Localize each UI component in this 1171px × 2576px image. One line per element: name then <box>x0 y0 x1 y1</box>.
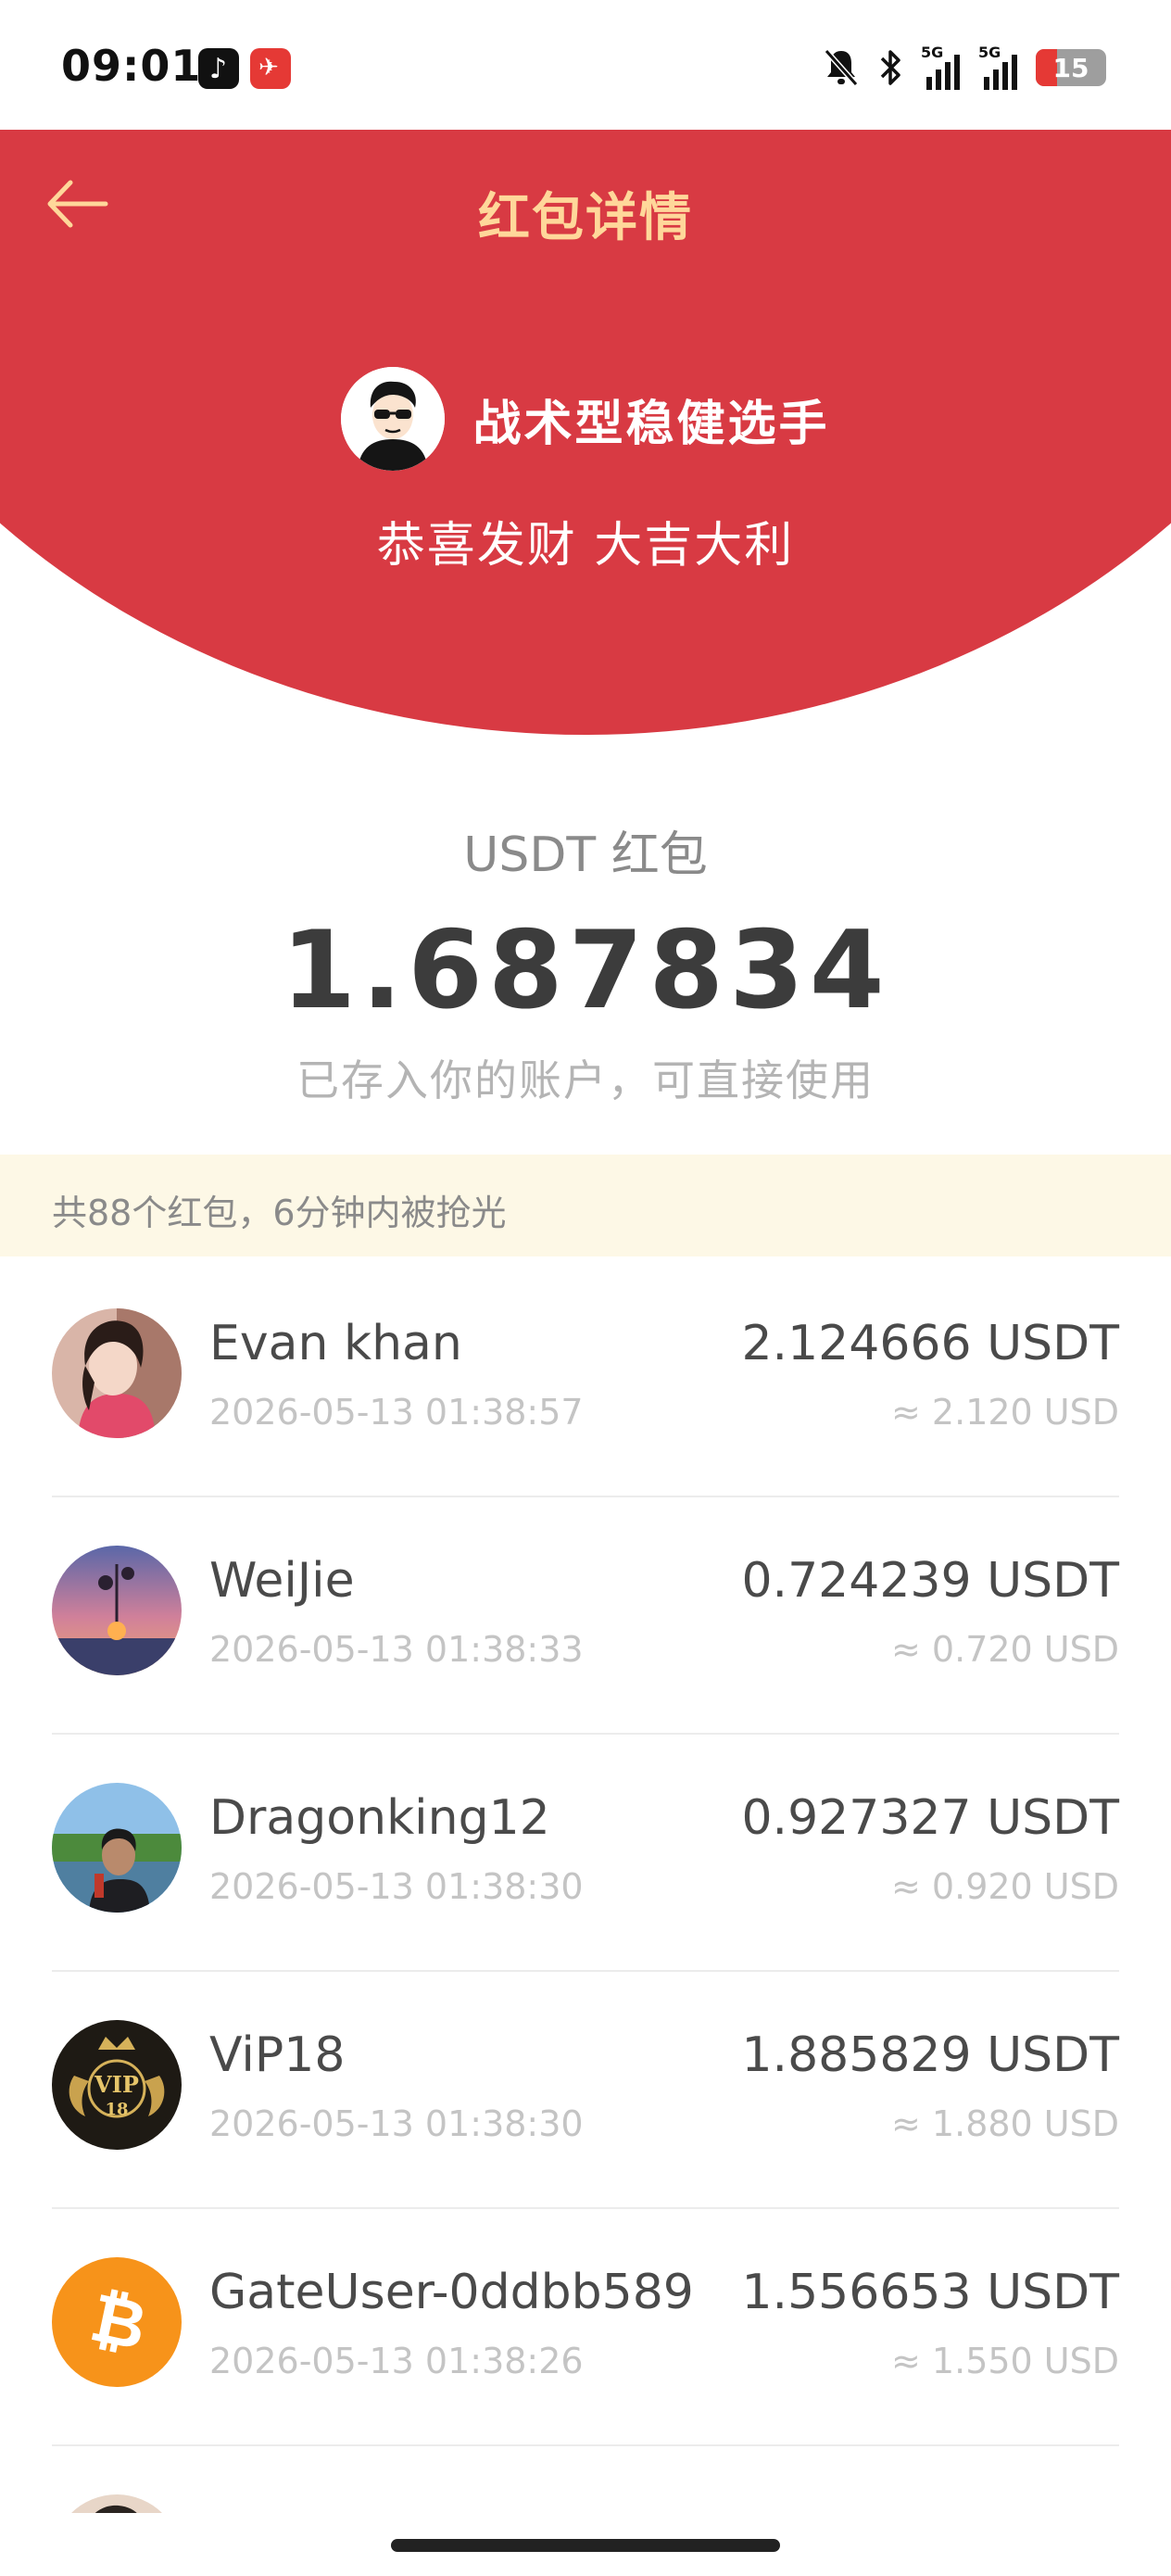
claimer-name: Dragonking12 <box>209 1790 550 1846</box>
red-envelope-header: 红包详情 战术型稳健选手 恭喜发财 大吉大利 <box>0 130 1171 741</box>
claim-summary-bar: 共88个红包，6分钟内被抢光 <box>0 1155 1171 1256</box>
status-time: 09:01 <box>61 41 202 91</box>
claim-amount: 0.927327 USDT <box>741 1790 1119 1846</box>
cartoon-man-avatar-icon <box>341 367 446 471</box>
bluetooth-icon <box>880 50 900 85</box>
claim-usd-value: ≈ 1.550 USD <box>891 2341 1119 2381</box>
claim-usd-value: ≈ 1.880 USD <box>891 2103 1119 2144</box>
tiktok-icon: ♪ <box>198 48 239 89</box>
battery-level: 15 <box>1052 53 1089 83</box>
avatar: VIP 18 <box>52 2020 182 2150</box>
claim-amount: 1.556653 USDT <box>741 2265 1119 2320</box>
bitcoin-icon: ₿ <box>52 2257 182 2387</box>
list-item[interactable]: VIP 18 ViP18 2026-05-13 01:38:30 1.88582… <box>52 1972 1119 2209</box>
svg-text:VIP: VIP <box>94 2071 139 2098</box>
claim-amount: 2.124666 USDT <box>741 1316 1119 1371</box>
deposit-note: 已存入你的账户，可直接使用 <box>296 1055 875 1105</box>
claimer-name: WeiJie <box>209 1553 355 1609</box>
signal-5g-icon: 5G <box>978 44 1017 90</box>
list-item[interactable]: Evan khan 2026-05-13 01:38:57 2.124666 U… <box>52 1260 1119 1497</box>
list-item[interactable]: WeiJie 2026-05-13 01:38:33 0.724239 USDT… <box>52 1497 1119 1735</box>
home-indicator[interactable] <box>391 2539 780 2552</box>
claim-usd-value: ≈ 2.120 USD <box>891 1392 1119 1433</box>
claim-time: 2026-05-13 01:38:30 <box>209 1866 584 1907</box>
claim-time: 2026-05-13 01:38:26 <box>209 2341 584 2381</box>
claimer-name: Evan khan <box>209 1316 462 1371</box>
avatar <box>52 1546 182 1675</box>
claim-time: 2026-05-13 01:38:30 <box>209 2103 584 2144</box>
claimer-name: GateUser-0ddbb589 <box>209 2265 694 2320</box>
list-item[interactable]: ₿ GateUser-0ddbb589 2026-05-13 01:38:26 … <box>52 2209 1119 2446</box>
claim-amount: 0.724239 USDT <box>741 1553 1119 1609</box>
sender-name: 战术型稳健选手 <box>472 396 830 452</box>
coin-label: USDT 红包 <box>463 827 708 883</box>
blessing-message: 恭喜发财 大吉大利 <box>376 518 795 574</box>
page-title: 红包详情 <box>478 188 693 248</box>
claim-summary-text: 共88个红包，6分钟内被抢光 <box>52 1193 507 1233</box>
claimer-name: ViP18 <box>209 2027 346 2083</box>
avatar: ₿ <box>52 2257 182 2387</box>
claim-time: 2026-05-13 01:38:57 <box>209 1392 584 1433</box>
signal-5g-icon: 5G <box>921 44 960 90</box>
status-icons: 5G 5G 15 <box>823 44 1106 91</box>
battery-icon: 15 <box>1036 49 1106 86</box>
status-bar: 09:01 ♪ ✈ 5G 5G 15 <box>0 0 1171 130</box>
claim-amount: 1.885829 USDT <box>741 2027 1119 2083</box>
news-app-icon: ✈ <box>250 48 291 89</box>
claim-usd-value: ≈ 0.920 USD <box>891 1866 1119 1907</box>
sender-info: 战术型稳健选手 <box>0 367 1171 471</box>
mute-bell-icon <box>824 49 859 86</box>
claim-usd-value: ≈ 0.720 USD <box>891 1629 1119 1670</box>
claim-time: 2026-05-13 01:38:33 <box>209 1629 584 1670</box>
sender-avatar[interactable] <box>341 367 446 471</box>
avatar <box>52 1783 182 1913</box>
svg-text:18: 18 <box>105 2100 128 2119</box>
received-amount: 1.687834 <box>281 908 890 1033</box>
avatar <box>52 1308 182 1438</box>
list-item[interactable]: Dragonking12 2026-05-13 01:38:30 0.92732… <box>52 1735 1119 1972</box>
